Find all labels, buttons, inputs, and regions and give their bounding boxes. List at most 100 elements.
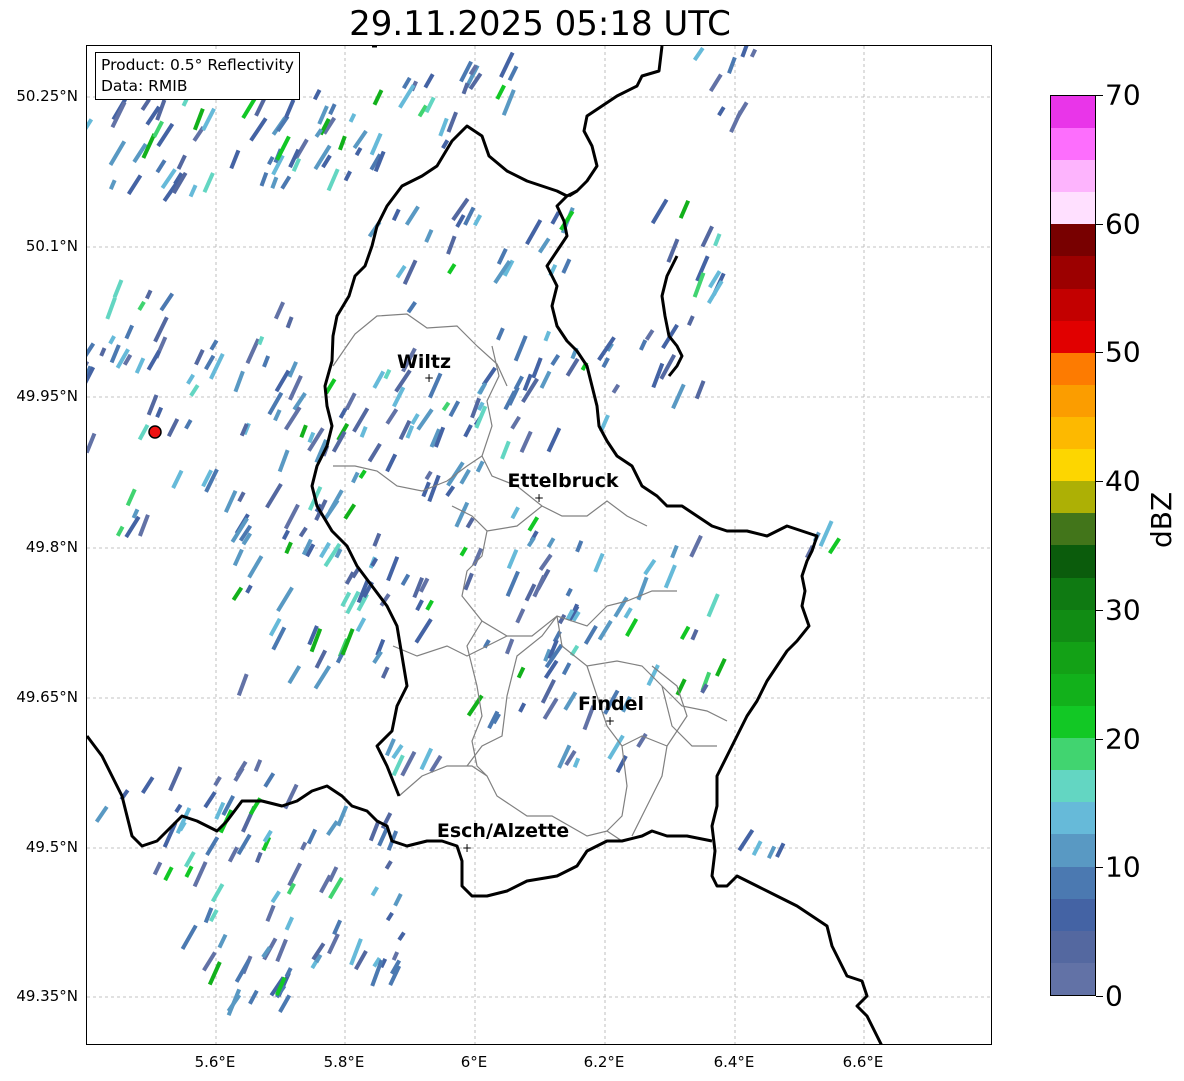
echo-cell — [505, 570, 520, 597]
colorbar-segment — [1051, 352, 1095, 385]
echo-cell — [507, 65, 519, 82]
lon-tick-label: 6°E — [460, 1053, 488, 1071]
echo-cell — [393, 893, 403, 907]
echo-cell — [237, 491, 246, 503]
colorbar-segment — [1051, 160, 1095, 193]
echo-cell — [287, 665, 302, 685]
colorbar-segment — [1051, 320, 1095, 353]
echo-cell — [226, 988, 242, 1017]
echo-cell — [166, 418, 180, 438]
echo-cell — [284, 99, 296, 119]
echo-cell — [563, 691, 578, 711]
echo-cell — [572, 757, 581, 769]
echo-cell — [312, 89, 322, 101]
data-source-label: Data: RMIB — [101, 77, 188, 95]
echo-cell — [351, 471, 360, 484]
echo-cell — [700, 225, 714, 248]
echo-cell — [327, 866, 339, 883]
echo-cell — [715, 657, 727, 677]
echo-cell — [209, 339, 219, 351]
echo-cell — [267, 155, 275, 166]
echo-cell — [459, 468, 471, 485]
colorbar-segment — [1051, 545, 1095, 578]
echo-cell — [391, 951, 400, 961]
echo-cell — [234, 959, 251, 983]
colorbar-segment — [1051, 738, 1095, 771]
echo-cell — [623, 607, 633, 619]
echo-cell — [827, 537, 841, 555]
echo-cell — [438, 117, 449, 137]
echo-cell — [236, 673, 249, 697]
echo-cell — [501, 89, 516, 116]
echo-cell — [475, 460, 485, 473]
echo-cell — [503, 390, 517, 411]
lon-tick-label: 6.6°E — [842, 1053, 884, 1071]
echo-cell — [277, 449, 290, 473]
colorbar-segment — [1051, 224, 1095, 257]
colorbar-segment — [1051, 513, 1095, 546]
echo-cell — [692, 46, 705, 62]
echo-cell — [126, 174, 143, 196]
echo-cell — [163, 866, 174, 882]
echo-cell — [205, 836, 220, 857]
echo-cell — [176, 154, 187, 170]
echo-cell — [550, 354, 561, 366]
echo-cell — [236, 833, 252, 856]
echo-cell — [207, 961, 222, 986]
echo-cell — [740, 46, 752, 58]
echo-cell — [416, 408, 434, 431]
echo-cell — [543, 330, 551, 342]
city-marker-icon: + — [604, 714, 616, 728]
echo-cell — [259, 171, 269, 187]
echo-cell — [338, 407, 348, 419]
echo-cell — [265, 904, 276, 922]
echo-cell — [372, 370, 386, 389]
echo-cell — [706, 593, 720, 618]
colorbar-segment — [1051, 770, 1095, 803]
echo-cell — [146, 350, 161, 371]
echo-cell — [539, 370, 552, 389]
colorbar-tick — [1096, 481, 1103, 483]
colorbar-segment — [1051, 609, 1095, 642]
map-grid — [87, 46, 991, 1044]
map-canvas — [87, 46, 991, 1044]
colorbar-segment — [1051, 930, 1095, 963]
lon-tick-label: 5.6°E — [194, 1053, 236, 1071]
echo-cell — [344, 392, 357, 411]
echo-cell — [525, 219, 543, 246]
echo-cell — [306, 828, 318, 845]
echo-cell — [313, 665, 332, 690]
echo-cell — [445, 485, 456, 497]
echo-cell — [227, 846, 239, 863]
colorbar-segment — [1051, 384, 1095, 418]
echo-cell — [141, 776, 155, 795]
echo-cell — [406, 301, 417, 314]
echo-cell — [213, 775, 222, 787]
echo-cell — [395, 264, 407, 279]
colorbar-segment — [1051, 95, 1095, 129]
lat-tick-label: 49.65°N — [16, 688, 78, 706]
echo-cell — [273, 301, 286, 320]
echo-cell — [94, 805, 109, 823]
echo-cell — [643, 558, 657, 576]
echo-cell — [531, 357, 543, 379]
echo-cell — [231, 586, 244, 602]
radar-map[interactable] — [86, 45, 992, 1045]
echo-cell — [245, 338, 261, 365]
echo-cell — [372, 89, 384, 106]
echo-cell — [454, 501, 470, 528]
echo-cell — [188, 184, 198, 198]
echo-cell — [174, 803, 183, 814]
echo-cell — [274, 369, 291, 393]
city-label-wiltz: Wiltz — [396, 351, 452, 373]
echo-cell — [340, 628, 355, 656]
echo-cell — [410, 413, 420, 426]
colorbar-segment — [1051, 834, 1095, 867]
echo-cell — [265, 482, 283, 509]
echo-cell — [155, 406, 164, 418]
echo-cell — [537, 237, 551, 254]
echo-cell — [463, 424, 473, 438]
echo-cell — [569, 644, 580, 657]
colorbar-tick-label: 10 — [1105, 850, 1141, 884]
echo-cell — [546, 427, 562, 453]
